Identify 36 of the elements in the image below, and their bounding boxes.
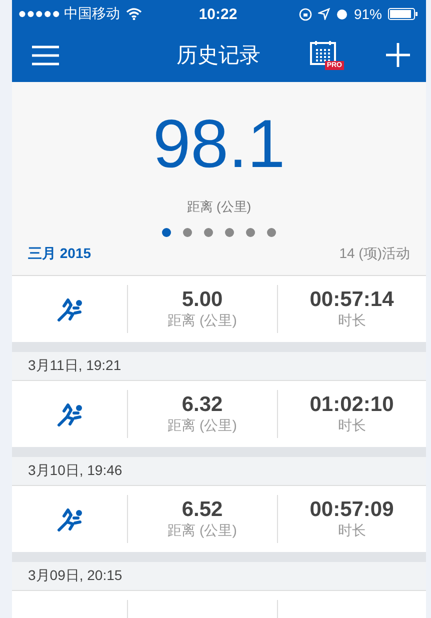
duration-label: 时长 [338, 312, 366, 330]
month-title: 三月 2015 [28, 245, 92, 263]
distance-value: 5.00 [182, 288, 223, 312]
duration-value: 00:57:09 [310, 498, 394, 522]
distance-label: 距离 (公里) [186, 198, 252, 216]
add-icon[interactable] [386, 43, 410, 67]
duration-value: 01:02:10 [310, 393, 394, 417]
distance-label: 距离 (公里) [168, 417, 237, 435]
date-text: 3月09日, 20:15 [28, 567, 122, 585]
page-dot[interactable] [204, 228, 213, 237]
carrier-text: ●●●●● 中国移动 [18, 5, 120, 23]
duration-label: 时长 [338, 522, 366, 540]
page-dot[interactable] [162, 228, 171, 237]
clock-time: 10:22 [198, 6, 238, 22]
duration-value: 00:57:14 [310, 288, 394, 312]
page-dot[interactable] [183, 228, 192, 237]
page-dot[interactable] [225, 228, 234, 237]
battery-percent: 91% [354, 6, 382, 22]
rotation-lock-icon [298, 8, 312, 20]
date-text: 3月11日, 19:21 [28, 357, 122, 375]
total-distance: 98.1 [152, 105, 286, 184]
battery-icon [388, 8, 418, 20]
page-dot[interactable] [246, 228, 255, 237]
activity-count: 14 (项)活动 [339, 245, 410, 263]
distance-label: 距离 (公里) [168, 522, 237, 540]
page-dot[interactable] [267, 228, 276, 237]
wifi-icon [126, 8, 142, 20]
duration-label: 时长 [338, 417, 366, 435]
date-text: 3月10日, 19:46 [28, 462, 122, 480]
distance-label: 距离 (公里) [168, 312, 237, 330]
alarm-icon [336, 8, 348, 20]
distance-value: 6.32 [182, 393, 223, 417]
location-arrow-icon [318, 8, 330, 20]
distance-value: 6.52 [182, 498, 223, 522]
page-title: 历史记录 [176, 43, 260, 69]
menu-icon[interactable] [32, 44, 59, 66]
